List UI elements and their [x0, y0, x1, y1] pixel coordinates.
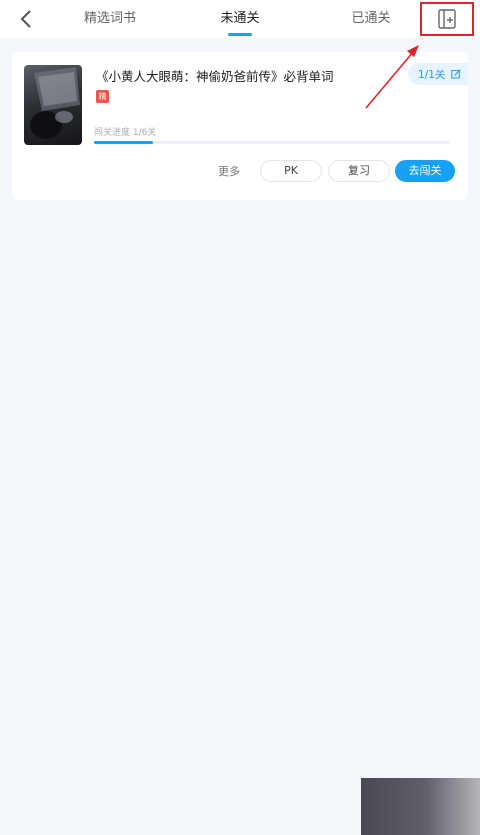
book-plus-icon: [438, 9, 456, 29]
add-book-button[interactable]: [420, 2, 474, 36]
start-level-button[interactable]: 去闯关: [395, 160, 455, 182]
featured-tag: 精: [96, 90, 109, 103]
tab-not-cleared[interactable]: 未通关: [214, 0, 266, 38]
more-button[interactable]: 更多: [212, 162, 246, 182]
level-badge-label: 1/1关: [418, 68, 446, 81]
top-bar: 精选词书 未通关 已通关: [0, 0, 480, 38]
review-button[interactable]: 复习: [328, 160, 390, 182]
book-title[interactable]: 《小黄人大眼萌：神偷奶爸前传》必背单词: [96, 66, 396, 85]
pk-button[interactable]: PK: [260, 160, 322, 182]
tab-not-cleared-label: 未通关: [220, 11, 260, 26]
corner-thumbnail: [361, 778, 480, 835]
back-button[interactable]: [14, 6, 38, 32]
book-cover-image[interactable]: [24, 65, 82, 145]
active-tab-indicator: [228, 33, 252, 36]
progress-bar-fill: [94, 141, 154, 144]
progress-bar: [94, 141, 450, 144]
progress-label: 闯关进度 1/6关: [94, 128, 157, 138]
edit-icon: [451, 69, 462, 79]
tab-featured-books[interactable]: 精选词书: [80, 0, 140, 38]
level-badge[interactable]: 1/1关: [408, 63, 468, 85]
chevron-left-icon: [20, 10, 31, 28]
tab-featured-books-label: 精选词书: [83, 11, 136, 26]
tab-cleared-label: 已通关: [351, 11, 391, 26]
tab-cleared[interactable]: 已通关: [346, 0, 396, 38]
book-card[interactable]: 《小黄人大眼萌：神偷奶爸前传》必背单词 精 1/1关 闯关进度 1/6关 更多 …: [12, 52, 468, 200]
